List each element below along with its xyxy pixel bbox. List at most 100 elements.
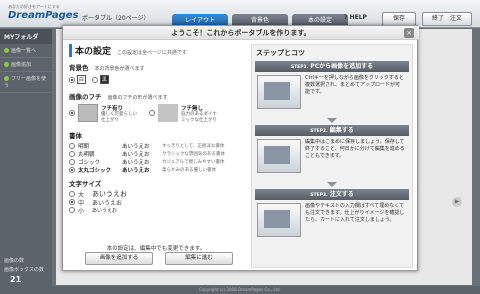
font-options: 明朝 あいうえお すっきりとして、正統派な書体 丸明朝 あいうえお クラシックな雰囲気の… bbox=[69, 142, 243, 174]
radio-medium[interactable] bbox=[69, 199, 75, 205]
bg-option-white[interactable]: 白 bbox=[69, 75, 86, 84]
next-page-icon[interactable]: ▶ bbox=[452, 197, 462, 207]
sidebar-item-label: フリー画像を使う bbox=[4, 76, 47, 89]
add-image-button[interactable]: 画像を追加する bbox=[85, 252, 153, 265]
font-option-gothic[interactable]: ゴシック あいうえお カジュアルで親しみやすい書体 bbox=[69, 158, 243, 166]
sidebar-item-image-list[interactable]: 画像一覧へ bbox=[0, 44, 52, 58]
finish-order-button[interactable]: 終了 注文 bbox=[422, 12, 472, 26]
settings-heading-text: 本の設定 bbox=[75, 47, 112, 57]
radio-white[interactable] bbox=[69, 76, 75, 83]
frame-title: 画像のフチ bbox=[69, 93, 102, 101]
settings-heading: 本の設定 この設定は全ページに共通です bbox=[69, 44, 243, 57]
logo: あなたの好きをアートにする DreamPages bbox=[8, 4, 79, 21]
frame-note: 画像のフチの形が選べます bbox=[107, 95, 168, 101]
font-desc: クラシックな雰囲気のある書体 bbox=[162, 152, 225, 157]
proceed-edit-button[interactable]: 編集に進む bbox=[165, 252, 233, 265]
frame-option-bordered[interactable]: フチ有り 優しく可愛らしい仕上がり bbox=[69, 104, 141, 124]
step-text: Ctrlキーを押しながら画像をクリックすると複数選択され、まとめてアップロードが… bbox=[305, 75, 404, 95]
step2-screenshot bbox=[257, 139, 301, 173]
font-option-mincho[interactable]: 明朝 あいうえお すっきりとして、正統派な書体 bbox=[69, 142, 243, 150]
font-name: 丸明朝 bbox=[78, 152, 95, 158]
step-number: STEP3. bbox=[310, 193, 328, 198]
step1-body: Ctrlキーを押しながら画像をクリックすると複数選択され、まとめてアップロードが… bbox=[252, 72, 412, 118]
radio-maru-mincho[interactable] bbox=[69, 151, 75, 157]
radio-futomaru-gothic[interactable] bbox=[69, 167, 75, 173]
settings-change-note: 本の設定は、編集中でも変更できます。 bbox=[106, 246, 206, 252]
image-box-count: 画像ボックスの数 21 bbox=[4, 266, 52, 286]
step3-body: 画像やテキストの入力欄はすべて埋めなくても注文できます。仕上がりイメージを確認し… bbox=[252, 200, 412, 246]
font-name: ゴシック bbox=[78, 160, 101, 166]
radio-black[interactable] bbox=[91, 76, 98, 83]
book-settings-panel: 本の設定 この設定は全ページに共通です 背景色 本の背景色が選べます 白 黒 画像… bbox=[69, 44, 243, 215]
step-text: 編集中はこまめに保存しましょう。保存して終了すること、何日かに分けて編集を進める… bbox=[305, 139, 405, 159]
font-desc: すっきりとして、正統派な書体 bbox=[162, 144, 225, 149]
frame-option-borderless[interactable]: フチ無し 迫力のあるダイナミックな仕上がり bbox=[149, 104, 221, 124]
frame-borderless-text: フチ無し 迫力のあるダイナミックな仕上がり bbox=[181, 104, 221, 124]
plus-icon bbox=[4, 48, 9, 53]
size-sample: あいうえお bbox=[92, 207, 118, 214]
frame-bordered-preview bbox=[78, 104, 98, 122]
sidebar-item-label: 画像一覧へ bbox=[11, 48, 37, 54]
size-options: 大あいうえお 中あいうえお 小あいうえお bbox=[69, 190, 243, 215]
sidebar-title: MYフォルダ bbox=[0, 29, 52, 44]
radio-gothic[interactable] bbox=[69, 159, 75, 165]
step1-header: STEP1. PCから画像を追加する bbox=[255, 61, 409, 72]
image-count-label: 画像の数 bbox=[4, 258, 25, 264]
font-name: 明朝 bbox=[78, 144, 90, 150]
radio-bordered[interactable] bbox=[69, 110, 75, 116]
size-sample: あいうえお bbox=[92, 199, 123, 207]
app-header: あなたの好きをアートにする DreamPages ポータブル（20ページ） レイ… bbox=[0, 0, 480, 28]
radio-small[interactable] bbox=[69, 207, 75, 213]
down-arrow-icon bbox=[327, 118, 337, 123]
radio-large[interactable] bbox=[69, 191, 75, 197]
frame-borderless-desc: 迫力のあるダイナミックな仕上がり bbox=[181, 112, 217, 123]
step1-screenshot bbox=[257, 75, 301, 109]
help-link[interactable]: ? HELP bbox=[344, 14, 367, 21]
radio-borderless[interactable] bbox=[149, 110, 155, 116]
plus-icon bbox=[4, 62, 9, 67]
settings-heading-note: この設定は全ページに共通です bbox=[117, 50, 187, 56]
step3-screenshot bbox=[257, 203, 301, 237]
bg-color-label: 背景色 本の背景色が選べます bbox=[69, 62, 243, 72]
bg-color-note: 本の背景色が選べます bbox=[94, 66, 145, 72]
font-desc: 柔らかみのある優しい書体 bbox=[162, 168, 216, 173]
image-box-count-value: 21 bbox=[10, 275, 22, 284]
size-option-small[interactable]: 小あいうえお bbox=[69, 206, 243, 215]
step-number: STEP1. bbox=[290, 65, 309, 70]
step-number: STEP2. bbox=[310, 129, 328, 134]
tips-panel: ステップとコツ STEP1. PCから画像を追加する Ctrlキーを押しながら画像… bbox=[251, 44, 413, 268]
sidebar-item-label: 画像追加 bbox=[11, 62, 32, 68]
step2-header: STEP2. 編集する bbox=[255, 125, 409, 136]
font-name: 太丸ゴシック bbox=[78, 168, 112, 174]
font-desc: カジュアルで親しみやすい書体 bbox=[162, 160, 225, 165]
size-name: 小 bbox=[78, 207, 85, 215]
save-button[interactable]: 保存 bbox=[382, 12, 416, 26]
white-chip: 白 bbox=[76, 75, 86, 84]
frame-bordered-desc: 優しく可愛らしい仕上がり bbox=[101, 112, 137, 123]
sidebar-item-add-image[interactable]: 画像追加 bbox=[0, 58, 52, 72]
size-label: 文字サイズ bbox=[69, 180, 102, 188]
down-arrow-icon bbox=[327, 182, 337, 187]
step-title: PCから画像を追加する bbox=[310, 63, 374, 70]
bg-option-black[interactable]: 黒 bbox=[91, 75, 109, 84]
font-sample: あいうえお bbox=[122, 144, 150, 150]
step2-body: 編集中はこまめに保存しましょう。保存して終了すること、何日かに分けて編集を進める… bbox=[252, 136, 412, 182]
frame-bordered-title: フチ有り bbox=[101, 106, 124, 112]
font-sample: あいうえお bbox=[122, 152, 150, 158]
welcome-dialog: ようこそ！これからポータブルを作ります。 × 本の設定 この設定は全ページに共通… bbox=[62, 25, 419, 271]
frame-borderless-preview bbox=[158, 104, 178, 122]
font-option-futomaru-gothic[interactable]: 太丸ゴシック あいうえお 柔らかみのある優しい書体 bbox=[69, 166, 243, 174]
plus-icon bbox=[4, 76, 9, 81]
frame-options: フチ有り 優しく可愛らしい仕上がり フチ無し 迫力のあるダイナミックな仕上がり bbox=[69, 104, 243, 124]
frame-label: 画像のフチ 画像のフチの形が選べます bbox=[69, 91, 243, 101]
footer-copyright: Copyright (c) 2008 DreamPages Co., Ltd. bbox=[0, 286, 480, 294]
radio-mincho[interactable] bbox=[69, 143, 75, 149]
size-option-medium[interactable]: 中あいうえお bbox=[69, 198, 243, 207]
dialog-title: ようこそ！これからポータブルを作ります。 bbox=[63, 26, 419, 40]
font-option-maru-mincho[interactable]: 丸明朝 あいうえお クラシックな雰囲気のある書体 bbox=[69, 150, 243, 158]
black-chip: 黒 bbox=[99, 75, 109, 84]
step-title: 注文する bbox=[329, 191, 354, 198]
close-icon[interactable]: × bbox=[404, 28, 414, 38]
bg-color-title: 背景色 bbox=[69, 64, 89, 72]
sidebar-item-free-images[interactable]: フリー画像を使う bbox=[0, 72, 52, 93]
